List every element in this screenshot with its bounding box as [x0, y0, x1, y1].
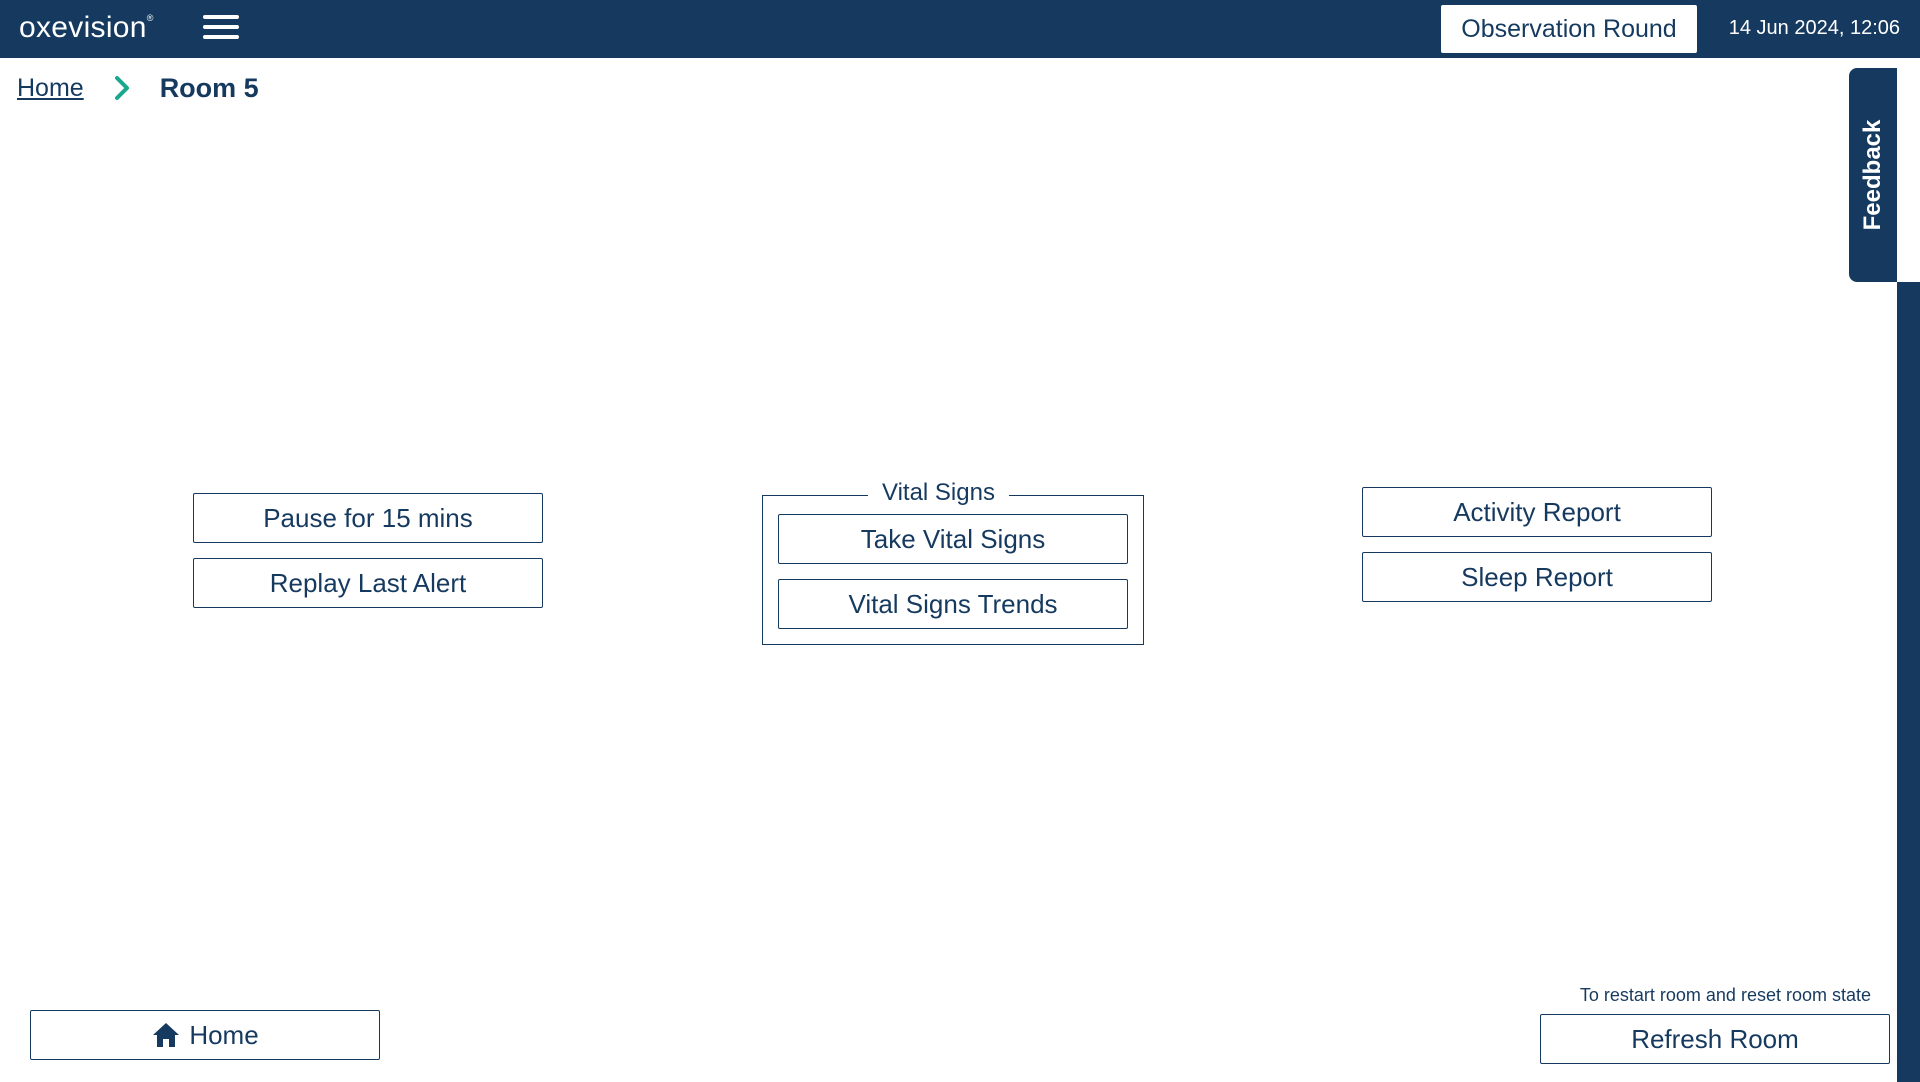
feedback-label: Feedback: [1859, 119, 1886, 231]
home-button[interactable]: Home: [30, 1010, 380, 1060]
feedback-tab[interactable]: Feedback: [1849, 68, 1897, 282]
replay-last-alert-button[interactable]: Replay Last Alert: [193, 558, 543, 608]
chevron-right-icon: [114, 76, 129, 100]
breadcrumb: Home Room 5: [17, 70, 259, 106]
top-bar: oxevision® Observation Round 14 Jun 2024…: [0, 0, 1920, 58]
current-datetime: 14 Jun 2024, 12:06: [1728, 17, 1900, 39]
sleep-report-button[interactable]: Sleep Report: [1362, 552, 1712, 602]
home-icon: [153, 1023, 180, 1047]
pause-15-mins-button[interactable]: Pause for 15 mins: [193, 493, 543, 543]
take-vital-signs-button[interactable]: Take Vital Signs: [778, 514, 1128, 564]
logo-text: oxevision: [19, 11, 147, 44]
observation-round-button[interactable]: Observation Round: [1441, 5, 1697, 53]
vital-signs-trends-button[interactable]: Vital Signs Trends: [778, 579, 1128, 629]
breadcrumb-home-link[interactable]: Home: [17, 74, 84, 103]
activity-report-button[interactable]: Activity Report: [1362, 487, 1712, 537]
breadcrumb-current-room: Room 5: [159, 72, 259, 103]
home-button-label: Home: [189, 1019, 259, 1050]
hamburger-menu-icon[interactable]: [203, 15, 239, 43]
right-edge-rail: [1897, 282, 1920, 1082]
vital-signs-legend: Vital Signs: [868, 479, 1009, 507]
logo-registered-mark: ®: [146, 13, 154, 23]
oxevision-logo[interactable]: oxevision®: [19, 11, 154, 45]
restart-room-note: To restart room and reset room state: [1579, 985, 1871, 1005]
refresh-room-button[interactable]: Refresh Room: [1540, 1014, 1890, 1064]
